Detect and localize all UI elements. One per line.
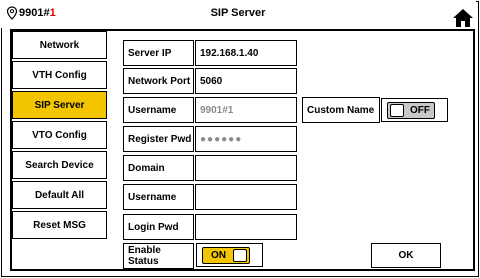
login-username-label: Username [123, 184, 194, 210]
menu-item-sip-server[interactable]: SIP Server [12, 91, 107, 119]
page-title: SIP Server [210, 7, 266, 19]
login-pwd-label: Login Pwd [123, 214, 194, 240]
username-label: Username [123, 97, 194, 123]
enable-status-switch: ON [202, 246, 250, 264]
domain-input[interactable] [195, 155, 297, 181]
custom-name-label: Custom Name [302, 97, 380, 123]
login-username-input[interactable] [195, 184, 297, 210]
domain-label: Domain [123, 155, 194, 181]
switch-knob [233, 248, 247, 262]
register-pwd-input[interactable]: ●●●●●● [195, 126, 297, 152]
register-pwd-label: Register Pwd [123, 126, 194, 152]
custom-name-switch: OFF [387, 101, 435, 119]
menu-item-reset-msg[interactable]: Reset MSG [12, 211, 107, 239]
switch-knob [390, 103, 404, 117]
ok-button[interactable]: OK [371, 243, 441, 268]
enable-status-state: ON [211, 249, 226, 261]
server-ip-input[interactable]: 192.168.1.40 [195, 40, 297, 66]
menu-item-vth-config[interactable]: VTH Config [12, 61, 107, 89]
menu-item-network[interactable]: Network [12, 31, 107, 59]
username-input[interactable]: 9901#1 [195, 97, 297, 123]
home-icon[interactable] [452, 8, 474, 28]
server-ip-label: Server IP [123, 40, 194, 66]
custom-name-state: OFF [410, 104, 430, 116]
enable-status-toggle[interactable]: ON [196, 243, 263, 267]
menu-item-vto-config[interactable]: VTO Config [12, 121, 107, 149]
header-bar: 9901# 1 SIP Server [0, 0, 476, 28]
network-port-label: Network Port [123, 68, 194, 94]
menu-item-default-all[interactable]: Default All [12, 181, 107, 209]
login-pwd-input[interactable] [195, 214, 297, 240]
network-port-input[interactable]: 5060 [195, 68, 297, 94]
custom-name-toggle[interactable]: OFF [381, 98, 448, 122]
enable-status-label: Enable Status [123, 243, 194, 269]
menu-item-search-device[interactable]: Search Device [12, 151, 107, 179]
